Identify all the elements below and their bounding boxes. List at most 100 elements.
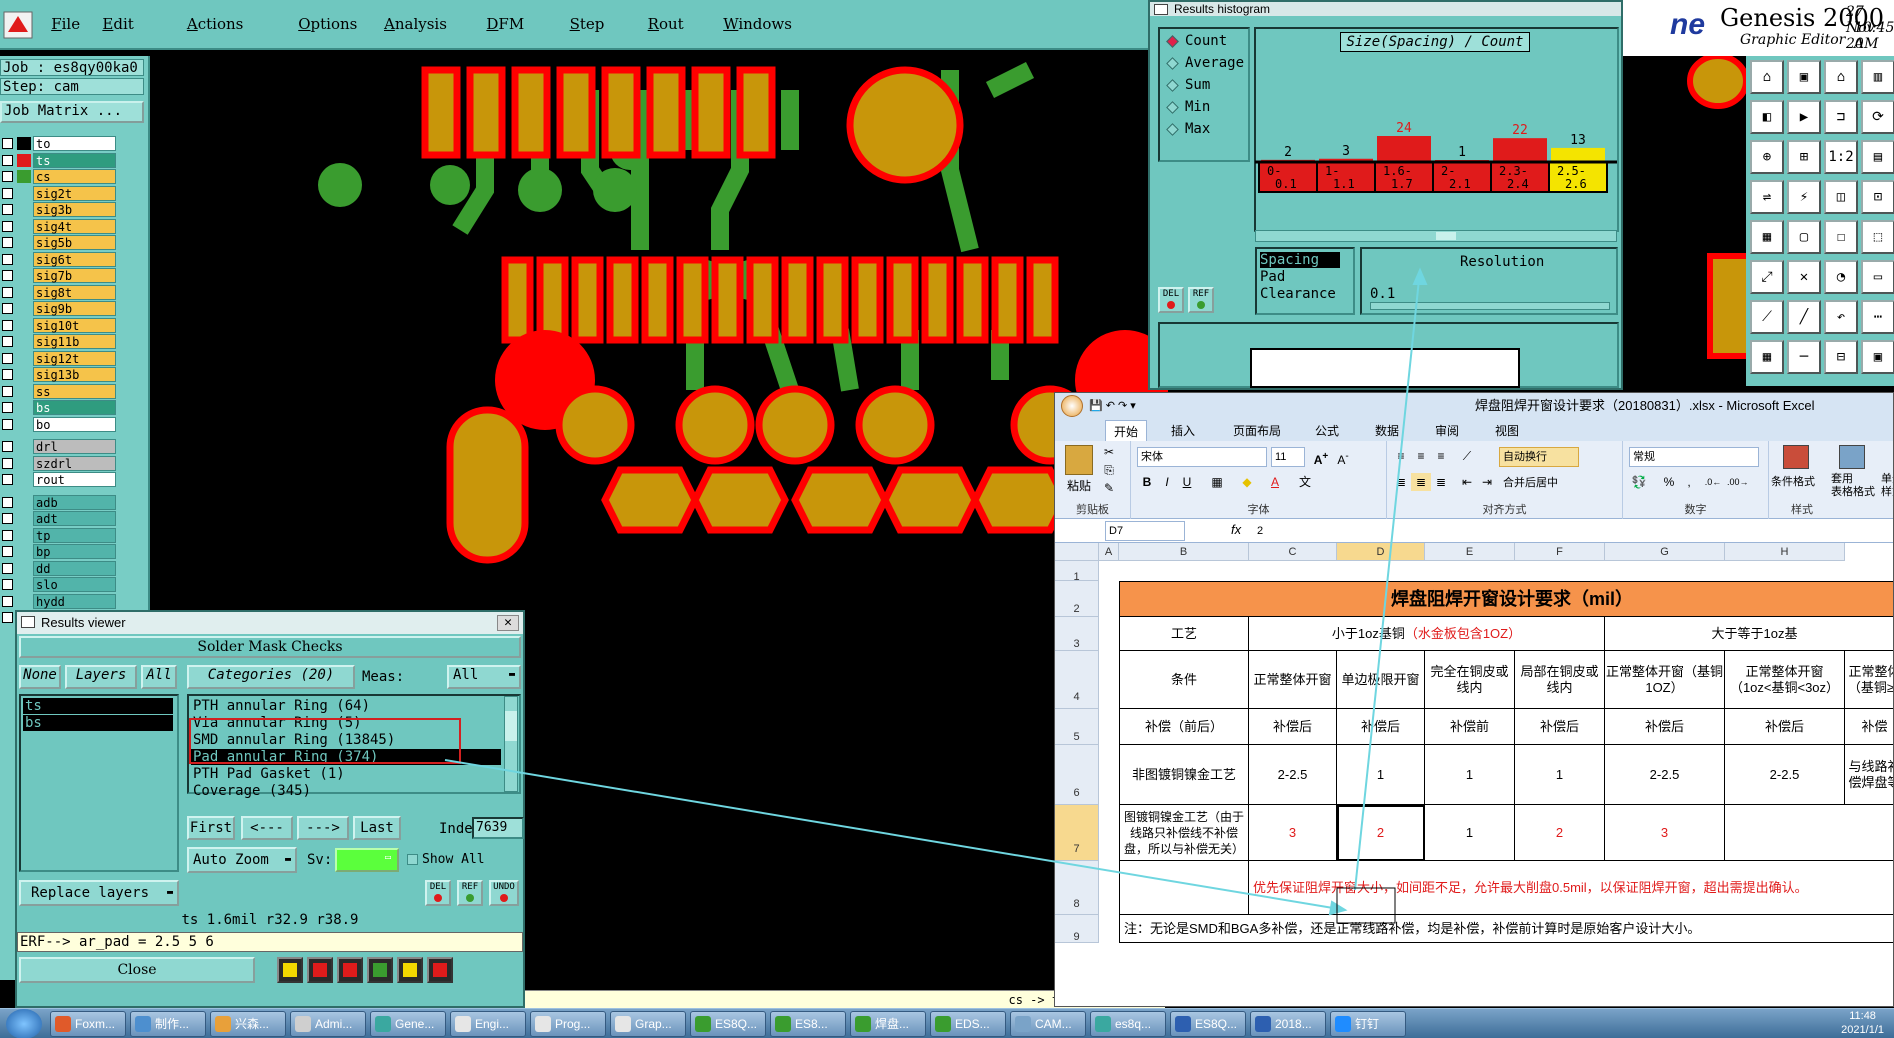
process-label-cell[interactable]: 工艺 — [1119, 617, 1249, 651]
taskbar-item[interactable]: Prog... — [530, 1011, 606, 1037]
font-color-icon[interactable]: A — [1265, 473, 1285, 491]
layer-row-ss[interactable]: ss — [0, 383, 116, 399]
layer-row-to[interactable]: to — [0, 136, 116, 151]
align-center-icon[interactable]: ≣ — [1411, 473, 1431, 491]
border-icon[interactable]: ▦ — [1207, 473, 1227, 491]
row-header-8[interactable]: 8 — [1055, 861, 1099, 915]
layer-checkbox[interactable] — [2, 418, 13, 430]
compensation-cell[interactable]: 补偿后 — [1337, 709, 1425, 745]
layer-checkbox[interactable] — [2, 220, 13, 232]
quick-access-icons[interactable]: 💾 ↶ ↷ ▾ — [1089, 393, 1136, 419]
paste-icon[interactable] — [1065, 445, 1093, 475]
layer-row-sig10t[interactable]: sig10t — [0, 317, 116, 333]
layer-row-sig5b[interactable]: sig5b — [0, 235, 116, 250]
menu-windows[interactable]: Windows — [723, 15, 792, 33]
exit-icon[interactable] — [307, 957, 333, 983]
bold-icon[interactable]: B — [1137, 473, 1157, 491]
layer-row-sig3b[interactable]: sig3b — [0, 202, 116, 217]
menu-step[interactable]: Step — [570, 15, 605, 33]
ribbon-tab-5[interactable]: 审阅 — [1435, 422, 1459, 439]
ribbon-tab-4[interactable]: 数据 — [1375, 422, 1399, 439]
histogram-scrollbar[interactable] — [1255, 230, 1617, 242]
layer-row-bs[interactable]: bs — [0, 400, 116, 415]
value-cell[interactable]: 1 — [1425, 805, 1515, 861]
layer-checkbox[interactable] — [2, 204, 13, 215]
align-left-icon[interactable]: ≣ — [1391, 473, 1411, 491]
condition-cell[interactable]: 局部在铜皮或线内 — [1515, 651, 1605, 709]
layer-row-slo[interactable]: slo — [0, 577, 116, 592]
column-header-C[interactable]: C — [1249, 543, 1337, 561]
all-button[interactable]: All — [141, 665, 177, 689]
layer-checkbox[interactable] — [2, 237, 13, 248]
name-box[interactable]: D7 — [1105, 521, 1185, 541]
box-icon[interactable]: ▢ — [1787, 220, 1821, 254]
layer-checkbox[interactable] — [2, 529, 13, 541]
value-cell[interactable]: 与线路补偿焊盘等 — [1845, 745, 1893, 805]
layer-checkbox[interactable] — [2, 336, 13, 347]
compensation-cell[interactable]: 补偿后 — [1515, 709, 1605, 745]
taskbar-item[interactable]: ES8Q... — [690, 1011, 766, 1037]
layer-row-cs[interactable]: cs — [0, 169, 116, 184]
condition-cell[interactable]: 正常整体（基铜≥3 — [1845, 651, 1893, 709]
layer-checkbox[interactable] — [2, 441, 13, 452]
panel-icon[interactable]: ▥ — [1861, 60, 1894, 94]
scale-icon[interactable]: 1:2 — [1824, 140, 1858, 174]
ribbon-tab-3[interactable]: 公式 — [1315, 422, 1339, 439]
value-cell[interactable]: 2-2.5 — [1249, 745, 1337, 805]
taskbar-item[interactable]: 制作... — [130, 1011, 206, 1037]
swap-icon[interactable]: ⇌ — [1750, 180, 1784, 214]
job-matrix-button[interactable]: Job Matrix ... — [0, 101, 144, 123]
show-all-checkbox[interactable] — [407, 854, 418, 865]
home-icon[interactable]: ⌂ — [1750, 60, 1784, 94]
rv-layer-item-ts[interactable]: ts — [23, 698, 173, 714]
layer-checkbox[interactable] — [2, 303, 13, 314]
row-header-7[interactable]: 7 — [1055, 805, 1099, 861]
taskbar-item[interactable]: Grap... — [610, 1011, 686, 1037]
layers-button[interactable]: Layers — [65, 665, 137, 689]
note-icon[interactable] — [397, 957, 423, 983]
align-middle-icon[interactable]: ≡ — [1411, 447, 1431, 465]
orientation-icon[interactable]: ⟋ — [1457, 447, 1477, 465]
compensation-cell[interactable]: 补偿 — [1845, 709, 1893, 745]
row-header-1[interactable]: 1 — [1055, 561, 1099, 583]
cut-icon[interactable]: ✂ — [1099, 443, 1119, 461]
close-button[interactable]: Close — [19, 957, 255, 983]
layer-checkbox[interactable] — [2, 352, 13, 364]
layer-row-sig9b[interactable]: sig9b — [0, 301, 116, 316]
flash-icon[interactable]: ⚡ — [1787, 180, 1821, 214]
condition-cell[interactable]: 正常整体开窗（基铜1OZ） — [1605, 651, 1725, 709]
save-icon[interactable] — [367, 957, 393, 983]
currency-icon[interactable]: 💱 — [1629, 473, 1649, 491]
measure-item-pad[interactable]: Pad — [1260, 269, 1340, 285]
copy-icon[interactable]: ⎘ — [1099, 461, 1119, 479]
layer-checkbox[interactable] — [2, 319, 13, 331]
ribbon-tab-1[interactable]: 插入 — [1171, 422, 1195, 439]
dash-icon[interactable]: ⬚ — [1861, 220, 1894, 254]
row-header-2[interactable]: 2 — [1055, 581, 1099, 617]
next-button[interactable]: ---> — [297, 816, 349, 840]
shrink-font-icon[interactable]: A- — [1333, 448, 1353, 467]
merge-center-button[interactable]: 合并后居中 — [1499, 473, 1595, 493]
layer-row-rout[interactable]: rout — [0, 472, 116, 487]
ribbon-tab-2[interactable]: 页面布局 — [1233, 422, 1281, 439]
mode-average[interactable]: Average — [1166, 55, 1244, 71]
menu-rout[interactable]: Rout — [648, 15, 684, 33]
condition-cell[interactable]: 完全在铜皮或线内 — [1425, 651, 1515, 709]
layer-checkbox[interactable] — [2, 138, 13, 149]
first-button[interactable]: First — [187, 816, 235, 840]
menu-actions[interactable]: Actions — [187, 15, 243, 33]
layer-row-sig2t[interactable]: sig2t — [0, 185, 116, 201]
more-icon[interactable]: ⋯ — [1861, 300, 1894, 334]
taskbar-item[interactable]: es8q... — [1090, 1011, 1166, 1037]
column-header-E[interactable]: E — [1425, 543, 1515, 561]
line-icon[interactable]: ╱ — [1787, 300, 1821, 334]
refresh-icon[interactable]: ⟳ — [1861, 100, 1894, 134]
layer-row-drl[interactable]: drl — [0, 439, 116, 454]
compensation-cell[interactable]: 补偿前 — [1425, 709, 1515, 745]
rv-undo-button[interactable]: UNDO — [489, 880, 519, 906]
taskbar-item[interactable]: ES8... — [770, 1011, 846, 1037]
column-header-H[interactable]: H — [1725, 543, 1845, 561]
format-painter-icon[interactable]: ✎ — [1099, 479, 1119, 497]
close-icon[interactable]: ✕ — [497, 615, 519, 631]
italic-icon[interactable]: I — [1157, 473, 1177, 491]
